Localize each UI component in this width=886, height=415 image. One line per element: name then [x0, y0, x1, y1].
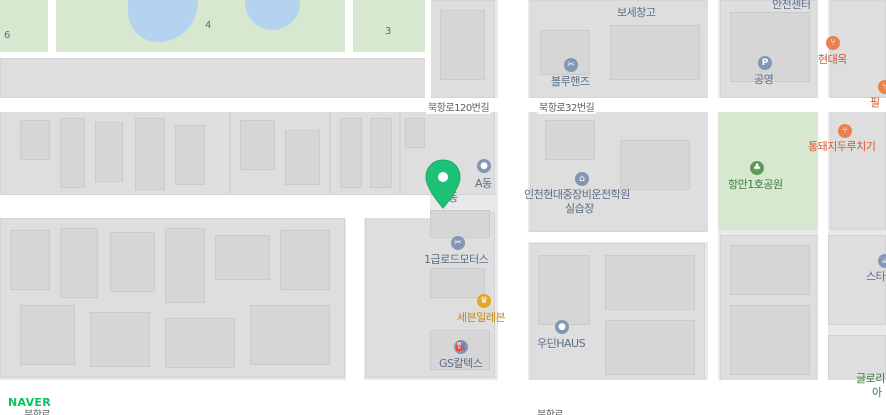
poi-label[interactable]: 우딘HAUS [537, 335, 586, 351]
building [240, 120, 275, 170]
poi-label[interactable]: 안전센터 [772, 0, 811, 12]
building [10, 230, 50, 290]
road [346, 210, 364, 380]
poi-label[interactable]: 항만1호공원 [728, 176, 783, 192]
naver-logo: NAVER [8, 396, 51, 409]
poi-label[interactable]: A동 [475, 175, 492, 191]
road-label: 북항로120번길 [426, 99, 492, 114]
school-icon[interactable]: ⌂ [575, 172, 589, 186]
building [20, 305, 75, 365]
poi-label[interactable]: 블루핸즈 [551, 73, 590, 89]
poi-label[interactable]: 보세창고 [617, 4, 656, 20]
cafe-icon[interactable]: ☕ [878, 254, 886, 268]
poi-label[interactable]: 1급로드모터스 [424, 251, 489, 267]
wrench-icon[interactable]: ✂ [564, 58, 578, 72]
poi-label[interactable]: 스타 [866, 268, 886, 284]
building [95, 122, 123, 182]
road [528, 232, 718, 242]
restaurant-icon[interactable]: ⑂ [878, 80, 886, 94]
building [370, 118, 392, 188]
building [605, 320, 695, 375]
building [215, 235, 270, 280]
sports-park [0, 0, 425, 58]
poi-label[interactable]: 현대옥 [818, 51, 847, 67]
building [175, 125, 205, 185]
gas-station-icon[interactable]: ⛽ [454, 340, 468, 354]
building [135, 118, 165, 190]
building [20, 120, 50, 160]
road [0, 195, 430, 218]
building-icon[interactable]: ● [477, 159, 491, 173]
harbor-park [715, 112, 818, 230]
building [60, 228, 98, 298]
building [280, 230, 330, 290]
field-number: 6 [4, 30, 11, 41]
building [620, 140, 690, 190]
store-icon[interactable]: ♛ [477, 294, 491, 308]
restaurant-icon[interactable]: ⑂ [826, 36, 840, 50]
parking-icon[interactable]: P [758, 56, 772, 70]
poi-label[interactable]: 통돼지두루치기 [808, 138, 876, 154]
park-path [345, 0, 353, 58]
poi-label[interactable]: 필 [870, 94, 880, 110]
building [340, 118, 362, 188]
building [165, 228, 205, 303]
field-number: 4 [205, 20, 212, 31]
building [405, 118, 425, 148]
road-label: 북항로32번길 [537, 99, 597, 114]
building [430, 210, 490, 238]
city-block [0, 58, 430, 98]
restaurant-icon[interactable]: ⑂ [838, 124, 852, 138]
location-pin-icon[interactable] [424, 158, 462, 210]
park-path [0, 52, 425, 58]
building [545, 120, 595, 160]
road-label: 북항로 [535, 406, 566, 415]
building [730, 305, 810, 375]
wrench-icon[interactable]: ✂ [451, 236, 465, 250]
building [60, 118, 85, 188]
building [110, 232, 155, 292]
park-icon[interactable]: ♣ [750, 161, 764, 175]
building [165, 318, 235, 368]
road [708, 0, 718, 415]
park-path [48, 0, 56, 58]
building [605, 255, 695, 310]
poi-label-line2[interactable]: 아 [872, 384, 882, 400]
field-number: 3 [385, 26, 392, 37]
building-icon[interactable]: ● [555, 320, 569, 334]
building [610, 25, 700, 80]
building [285, 130, 320, 185]
building [440, 10, 485, 80]
poi-label[interactable]: 공영 [754, 71, 774, 87]
road [498, 0, 528, 415]
poi-label[interactable]: 세븐일레븐 [457, 309, 506, 325]
building [430, 268, 485, 298]
road [425, 0, 431, 98]
building [250, 305, 330, 365]
map-canvas[interactable]: 북항로120번길 북항로32번길 북항로 북항로 6 4 3 보세창고 안전센터… [0, 0, 886, 415]
road [0, 380, 886, 415]
poi-label-line2[interactable]: 실습장 [565, 200, 594, 216]
building [90, 312, 150, 367]
poi-label[interactable]: GS칼텍스 [439, 355, 483, 371]
building [538, 255, 590, 325]
building [730, 245, 810, 295]
